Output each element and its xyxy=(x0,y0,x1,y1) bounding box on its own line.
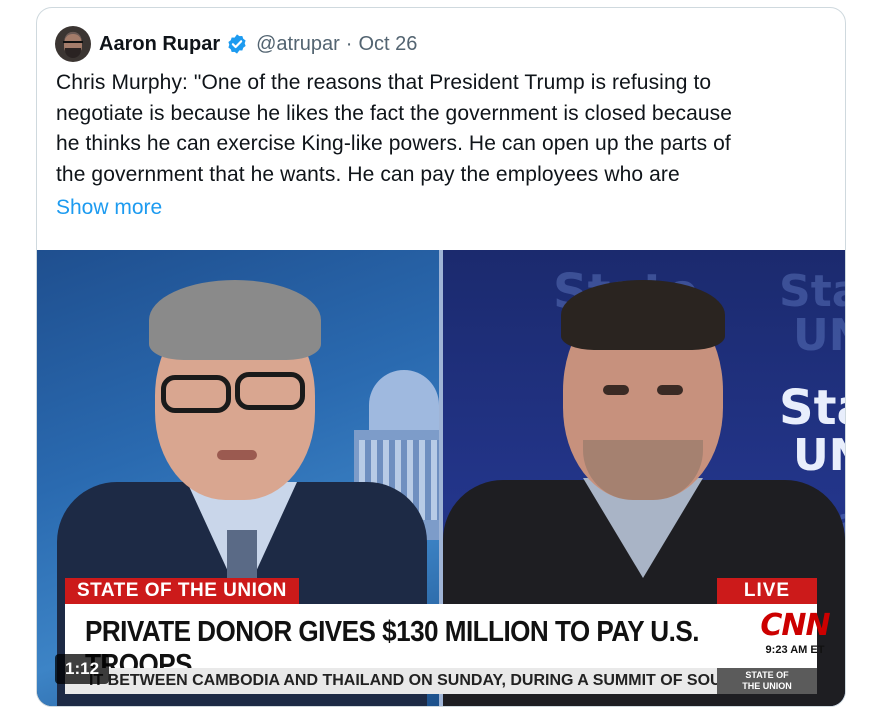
avatar[interactable] xyxy=(55,26,91,62)
cnn-logo: CNN xyxy=(760,608,830,643)
broadcast-time: 9:23 AM ET xyxy=(765,644,825,656)
author-name[interactable]: Aaron Rupar xyxy=(99,33,220,56)
tweet-date[interactable]: Oct 26 xyxy=(358,33,417,56)
verified-badge-icon xyxy=(228,34,246,54)
tweet-text: Chris Murphy: "One of the reasons that P… xyxy=(56,68,836,190)
show-badge-line: STATE OF xyxy=(745,670,789,680)
tweet-text-line: negotiate is because he likes the fact t… xyxy=(56,101,733,125)
cnn-logo-box: CNN 9:23 AM ET xyxy=(755,608,835,664)
separator-dot: · xyxy=(345,32,353,55)
ticker-text: IT BETWEEN CAMBODIA AND THAILAND ON SUND… xyxy=(89,672,729,689)
news-ticker: IT BETWEEN CAMBODIA AND THAILAND ON SUND… xyxy=(65,668,817,694)
tweet-text-line: Chris Murphy: "One of the reasons that P… xyxy=(56,71,712,94)
tweet-text-line: the government that he wants. He can pay… xyxy=(56,162,680,186)
show-label: STATE OF THE UNION xyxy=(65,578,299,604)
video-duration: 1:12 xyxy=(55,654,110,684)
live-badge: LIVE xyxy=(717,578,817,604)
tweet-text-line: he thinks he can exercise King-like powe… xyxy=(56,132,731,155)
author-handle[interactable]: @atrupar xyxy=(256,33,340,56)
headline-bar: PRIVATE DONOR GIVES $130 MILLION TO PAY … xyxy=(65,604,831,681)
show-badge-line: THE UNION xyxy=(742,681,792,691)
cnn-lower-third: STATE OF THE UNION LIVE PRIVATE DONOR GI… xyxy=(37,578,845,706)
tweet-card[interactable]: Aaron Rupar @atrupar · Oct 26 Chris Murp… xyxy=(36,7,846,707)
video-player[interactable]: State Sta UN Sta UN Sta STATE OF THE UNI… xyxy=(37,250,845,706)
tweet-header: Aaron Rupar @atrupar · Oct 26 xyxy=(55,26,417,62)
show-more-link[interactable]: Show more xyxy=(56,196,162,220)
show-badge: STATE OF THE UNION xyxy=(717,668,817,694)
